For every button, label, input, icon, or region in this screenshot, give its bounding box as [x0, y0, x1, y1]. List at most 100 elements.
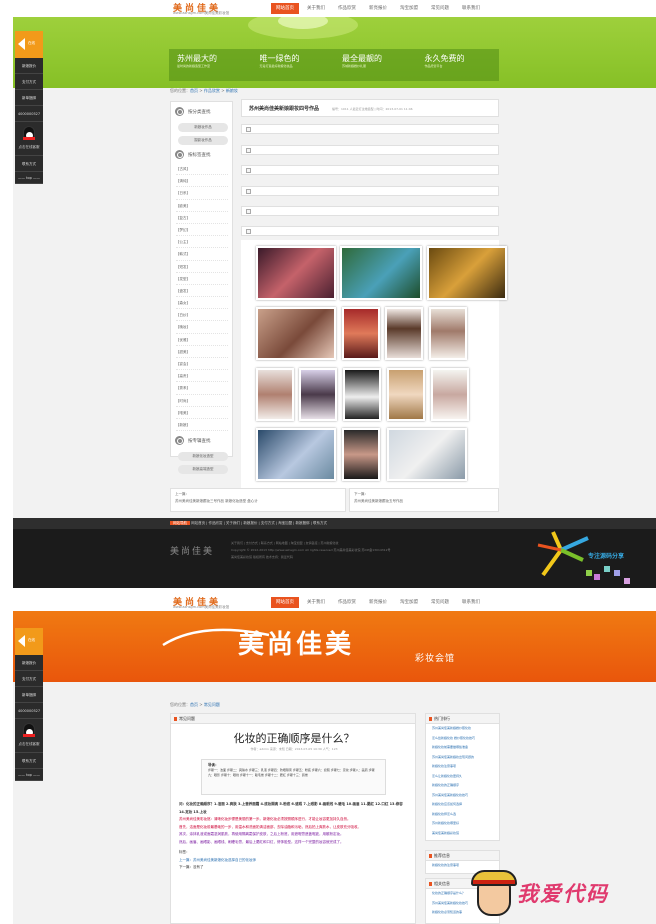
breadcrumb-category[interactable]: 作品欣赏: [204, 88, 220, 93]
gallery-photo[interactable]: [387, 428, 467, 481]
float-sidebar-top[interactable]: —— top ——: [15, 769, 43, 781]
hot-ranking-item[interactable]: 新娘化妆的正确顺序: [426, 781, 499, 791]
nav-item-pricing[interactable]: 新亮报价: [364, 597, 392, 608]
tag-link[interactable]: 【优雅】: [176, 334, 228, 346]
footer-logo: 美尚佳美: [170, 547, 215, 557]
tag-link[interactable]: 【盘发】: [176, 285, 228, 298]
qq-contact[interactable]: 点击在线客服: [15, 122, 43, 156]
gallery-photo[interactable]: [385, 307, 423, 360]
breadcrumb-sub[interactable]: 新娘妆: [226, 88, 238, 93]
tag-link[interactable]: 【新娘】: [176, 419, 228, 432]
nav-item-contact[interactable]: 联系我们: [457, 3, 485, 14]
tag-link[interactable]: 【宴会】: [176, 358, 228, 371]
album-pill[interactable]: 新娘化妆造型: [178, 452, 228, 462]
album-pill[interactable]: 新娘高端造型: [178, 465, 228, 475]
search-icon: [175, 150, 184, 159]
slogan-sub: 最时尚的新娘造型工作室: [177, 64, 211, 68]
nav-item-contact[interactable]: 联系我们: [457, 597, 485, 608]
tag-link[interactable]: 【短发】: [176, 261, 228, 273]
nav-item-faq[interactable]: 常见问题: [426, 3, 454, 14]
category-pill[interactable]: 摄影妆作品: [178, 136, 228, 145]
tag-link[interactable]: 【甜美】: [176, 346, 228, 358]
tag-link[interactable]: 【唯美】: [176, 407, 228, 419]
nav-item-works[interactable]: 作品欣赏: [333, 3, 361, 14]
gallery-photo[interactable]: [431, 368, 469, 421]
float-sidebar-toggle[interactable]: 在线: [15, 31, 43, 58]
float-sidebar-contact[interactable]: 联系方式: [15, 156, 43, 172]
float-sidebar-item[interactable]: 新娘报价: [15, 655, 43, 671]
body-paragraph: 苏州美尚佳美彩妆馆：清晰化妆步骤是美丽的第一步。新娘化妆必须按照顺序进行，才能让…: [179, 817, 351, 821]
tag-link[interactable]: 【白纱】: [176, 309, 228, 322]
breadcrumb-home[interactable]: 首页: [190, 88, 198, 93]
float-sidebar-contact[interactable]: 联系方式: [15, 753, 43, 769]
hot-ranking-item[interactable]: 怎么给新娘化妆 婚纱照化妆技巧: [426, 734, 499, 744]
gallery-photo[interactable]: [256, 246, 336, 300]
nav-item-franchise[interactable]: 淘宝加盟: [395, 597, 423, 608]
tag-link[interactable]: 【森女】: [176, 297, 228, 310]
tag-link[interactable]: 【日系】: [176, 187, 228, 200]
hot-ranking-item[interactable]: 苏州美尚佳美新娘妆出现问题的: [426, 753, 499, 763]
float-sidebar-top[interactable]: —— top ——: [15, 172, 43, 184]
footer-link-list[interactable]: 网站首页 | 作品欣赏 | 关于我们 | 新娘报价 | 支付方式 | 淘宝加盟 …: [191, 521, 327, 525]
gallery-photo[interactable]: [256, 368, 294, 421]
banner-subtitle: 彩妆会馆: [415, 654, 456, 664]
nav-item-about[interactable]: 关于我们: [302, 3, 330, 14]
tag-link[interactable]: 【复古】: [176, 212, 228, 224]
gallery-photo[interactable]: [429, 307, 467, 360]
tag-link[interactable]: 【梦幻】: [176, 224, 228, 237]
nav-item-home[interactable]: 网站首页: [271, 3, 299, 14]
gallery-photo[interactable]: [340, 246, 422, 300]
float-sidebar-item[interactable]: 新单捆绑: [15, 90, 43, 106]
tag-link[interactable]: 【晚妆】: [176, 321, 228, 334]
tag-link[interactable]: 【清纯】: [176, 175, 228, 188]
nav-item-about[interactable]: 关于我们: [302, 597, 330, 608]
nav-item-home[interactable]: 网站首页: [271, 597, 299, 608]
filter-panel: 按分类查找 新娘妆作品 摄影妆作品 按标签查找 【古风】 【清纯】 【日系】 【欧美】…: [170, 101, 233, 475]
slogan-sub: 无毒打造最好新娘化妆品: [259, 64, 293, 68]
tag-link[interactable]: 【秀禾】: [176, 382, 228, 395]
gallery-photo[interactable]: [343, 368, 381, 421]
gallery-photo[interactable]: [299, 368, 337, 421]
nav-item-franchise[interactable]: 淘宝加盟: [395, 3, 423, 14]
body-paragraph: 首先，洁面是化妆前最基础的一步，用温水和洗面奶清洁面部，去除油脂和污垢，然后拍上…: [179, 824, 361, 829]
tag-link[interactable]: 【公主】: [176, 236, 228, 249]
hot-ranking-item[interactable]: 新娘化妆前需要做哪些准备: [426, 743, 499, 753]
hot-ranking-item[interactable]: 怎么让新娘化妆更持久: [426, 772, 499, 782]
gallery-photo[interactable]: [256, 428, 336, 481]
prev-link[interactable]: 苏州美尚佳美新娘跟妆三号作品 新娘化妆造型 盘心计: [175, 498, 341, 505]
gallery-photo[interactable]: [387, 368, 425, 421]
gallery-photo[interactable]: [427, 246, 507, 300]
tag-link[interactable]: 【高贵】: [176, 370, 228, 383]
nav-item-works[interactable]: 作品欣赏: [333, 597, 361, 608]
qq-contact[interactable]: 点击在线客服: [15, 719, 43, 753]
breadcrumb-category[interactable]: 常见问题: [204, 702, 220, 707]
breadcrumb-home[interactable]: 首页: [190, 702, 198, 707]
hot-ranking-item[interactable]: 新娘化妆应该如何选择: [426, 800, 499, 810]
gallery-photo[interactable]: [342, 307, 380, 360]
gallery-photo[interactable]: [342, 428, 380, 481]
tag-link[interactable]: 【欧美】: [176, 200, 228, 212]
hot-ranking-item[interactable]: 新娘化妆师怎么选: [426, 810, 499, 820]
nav-item-faq[interactable]: 常见问题: [426, 597, 454, 608]
float-sidebar-item[interactable]: 支付方式: [15, 671, 43, 687]
nav-item-pricing[interactable]: 新亮报价: [364, 3, 392, 14]
hot-ranking-item[interactable]: 美尚佳美新娘彩妆馆: [426, 829, 499, 839]
tag-link[interactable]: 【发型】: [176, 273, 228, 285]
hot-ranking-item[interactable]: 新娘化妆注意事项: [426, 762, 499, 772]
float-sidebar-toggle[interactable]: 在线: [15, 628, 43, 655]
tag-link[interactable]: 【韩式】: [176, 248, 228, 261]
tag-link[interactable]: 【时尚】: [176, 395, 228, 407]
gallery-photo[interactable]: [256, 307, 336, 360]
hot-ranking-item[interactable]: 苏州美尚佳美新娘化妆技巧: [426, 791, 499, 801]
float-sidebar-item[interactable]: 新娘报价: [15, 58, 43, 74]
slogan: 最全最靓的 苏城新娘婚纱礼服: [334, 49, 417, 81]
prev-link[interactable]: 上一篇：苏州美尚佳美新娘化妆选择自己的化妆师: [179, 857, 409, 865]
float-sidebar-item[interactable]: 新单捆绑: [15, 687, 43, 703]
float-sidebar-item[interactable]: 支付方式: [15, 74, 43, 90]
next-link[interactable]: 苏州美尚佳美新娘跟妆五号作品: [354, 498, 494, 505]
work-meta: 编号：1011 人最近打过她造型 | 时间：2013-07-01 11:46: [332, 107, 413, 111]
tag-link[interactable]: 【古风】: [176, 163, 228, 176]
hot-ranking-item[interactable]: 苏州新娘化妆哪里好: [426, 819, 499, 829]
hot-ranking-item[interactable]: 苏州美尚佳美新娘婚纱照化妆: [426, 724, 499, 734]
category-pill[interactable]: 新娘妆作品: [178, 123, 228, 132]
